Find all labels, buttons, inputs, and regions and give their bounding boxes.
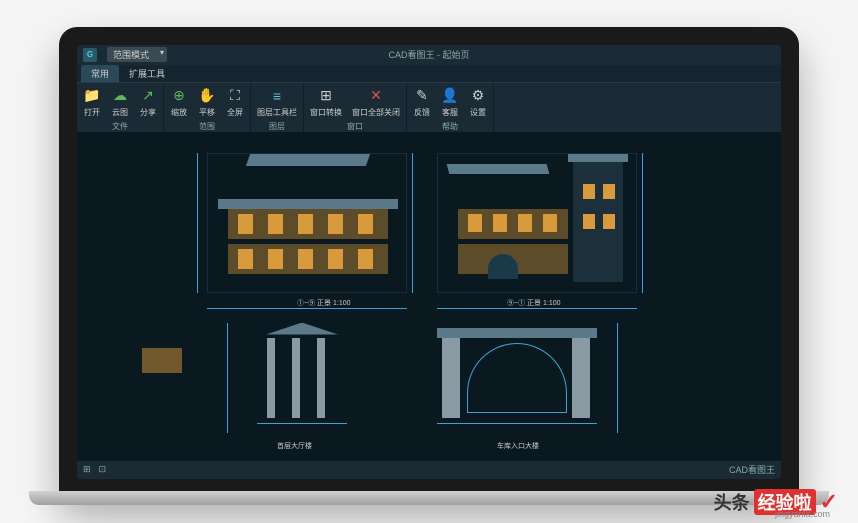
layer-toolbar-button[interactable]: ≡ 图层工具栏 xyxy=(255,85,299,120)
ribbon: 📁 打开 ☁ 云图 ↗ 分享文件 ⊕ 缩放 ✋ 平移 ⛶ 全屏范围 ≡ 图层工具栏图层 ⊞ 窗口转换 ✕ 窗口全部… xyxy=(77,83,781,133)
ribbon-label: 缩放 xyxy=(171,107,187,118)
window-title: CAD看图王 - 起始页 xyxy=(388,48,469,61)
cloud-icon: ☁ xyxy=(111,87,129,105)
fullscreen-icon: ⛶ xyxy=(226,87,244,105)
status-icon[interactable]: ⊞ xyxy=(83,464,91,475)
ribbon-group: ⊞ 窗口转换 ✕ 窗口全部关闭窗口 xyxy=(304,83,407,132)
close-all-icon: ✕ xyxy=(367,87,385,105)
window-switch-icon: ⊞ xyxy=(317,87,335,105)
ribbon-label: 窗口全部关闭 xyxy=(352,107,400,118)
status-right: CAD看图王 xyxy=(729,463,775,476)
share-button[interactable]: ↗ 分享 xyxy=(137,85,159,120)
zoom-icon: ⊕ xyxy=(170,87,188,105)
ribbon-group: ✎ 反馈 👤 客服 ⚙ 设置帮助 xyxy=(407,83,494,132)
pan-button[interactable]: ✋ 平移 xyxy=(196,85,218,120)
ribbon-group: 📁 打开 ☁ 云图 ↗ 分享文件 xyxy=(77,83,164,132)
fullscreen-button[interactable]: ⛶ 全屏 xyxy=(224,85,246,120)
pan-icon: ✋ xyxy=(198,87,216,105)
ribbon-label: 窗口转换 xyxy=(310,107,342,118)
group-title: 窗口 xyxy=(308,120,402,132)
mode-selector[interactable]: 范围模式 xyxy=(107,47,167,62)
watermark-url: jingyanla.com xyxy=(775,509,830,519)
drawing-label: ①~⑨ 正景 1:100 xyxy=(297,298,351,308)
ribbon-label: 客服 xyxy=(442,107,458,118)
zoom-button[interactable]: ⊕ 缩放 xyxy=(168,85,190,120)
title-bar: G 范围模式 CAD看图王 - 起始页 xyxy=(77,45,781,65)
ribbon-label: 图层工具栏 xyxy=(257,107,297,118)
settings-button[interactable]: ⚙ 设置 xyxy=(467,85,489,120)
drawing-label: ⑨~① 正景 1:100 xyxy=(507,298,561,308)
ribbon-label: 打开 xyxy=(84,107,100,118)
ribbon-label: 分享 xyxy=(140,107,156,118)
layer-toolbar-icon: ≡ xyxy=(268,87,286,105)
tab-extend[interactable]: 扩展工具 xyxy=(119,65,175,82)
screen: G 范围模式 CAD看图王 - 起始页 常用 扩展工具 📁 打开 ☁ 云图 ↗ 分享文件 ⊕… xyxy=(77,45,781,479)
app-logo: G xyxy=(83,48,97,62)
close-all-button[interactable]: ✕ 窗口全部关闭 xyxy=(350,85,402,120)
group-title: 文件 xyxy=(81,120,159,132)
feedback-button[interactable]: ✎ 反馈 xyxy=(411,85,433,120)
support-button[interactable]: 👤 客服 xyxy=(439,85,461,120)
drawing-label: 车库入口大楼 xyxy=(497,441,539,451)
cloud-button[interactable]: ☁ 云图 xyxy=(109,85,131,120)
feedback-icon: ✎ xyxy=(413,87,431,105)
laptop-frame: G 范围模式 CAD看图王 - 起始页 常用 扩展工具 📁 打开 ☁ 云图 ↗ 分享文件 ⊕… xyxy=(59,27,799,497)
ribbon-label: 全屏 xyxy=(227,107,243,118)
drawing-canvas[interactable]: ①~⑨ 正景 1:100 ⑨~① 正景 1:100 首层大厅楼 车库入口大楼 xyxy=(77,133,781,461)
ribbon-label: 设置 xyxy=(470,107,486,118)
open-button[interactable]: 📁 打开 xyxy=(81,85,103,120)
ribbon-label: 平移 xyxy=(199,107,215,118)
ribbon-group: ⊕ 缩放 ✋ 平移 ⛶ 全屏范围 xyxy=(164,83,251,132)
settings-icon: ⚙ xyxy=(469,87,487,105)
ribbon-label: 云图 xyxy=(112,107,128,118)
group-title: 图层 xyxy=(255,120,299,132)
open-icon: 📁 xyxy=(83,87,101,105)
share-icon: ↗ xyxy=(139,87,157,105)
tab-common[interactable]: 常用 xyxy=(81,65,119,82)
ribbon-tabs: 常用 扩展工具 xyxy=(77,65,781,83)
group-title: 范围 xyxy=(168,120,246,132)
ribbon-group: ≡ 图层工具栏图层 xyxy=(251,83,304,132)
window-switch-button[interactable]: ⊞ 窗口转换 xyxy=(308,85,344,120)
ribbon-label: 反馈 xyxy=(414,107,430,118)
group-title: 帮助 xyxy=(411,120,489,132)
support-icon: 👤 xyxy=(441,87,459,105)
status-icon[interactable]: ⊡ xyxy=(99,464,107,475)
cad-drawing: ①~⑨ 正景 1:100 ⑨~① 正景 1:100 首层大厅楼 车库入口大楼 xyxy=(77,133,781,461)
status-icons: ⊞ ⊡ xyxy=(83,464,106,475)
drawing-label: 首层大厅楼 xyxy=(277,441,312,451)
status-bar: ⊞ ⊡ CAD看图王 xyxy=(77,461,781,479)
